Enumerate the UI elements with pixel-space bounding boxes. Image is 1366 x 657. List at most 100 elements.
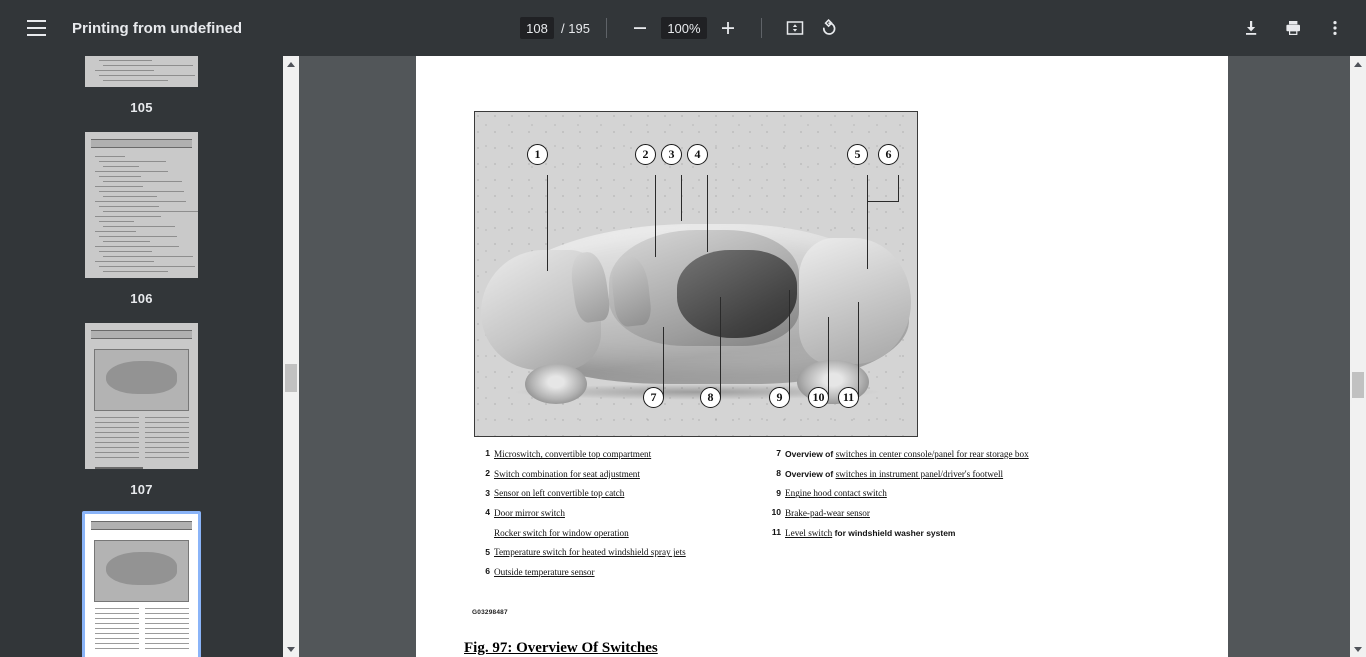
zoom-out-button[interactable] xyxy=(623,11,657,45)
thumb-text-line xyxy=(103,181,182,182)
thumbnail-page-108[interactable] xyxy=(82,511,201,657)
thumb-text-line xyxy=(99,176,141,177)
thumb-text-line xyxy=(95,628,139,629)
sidebar-scroll-up-button[interactable] xyxy=(283,56,299,72)
thumbnail-page-label: 106 xyxy=(130,291,153,306)
thumb-text-line xyxy=(145,633,189,634)
legend-link[interactable]: Temperature switch for heated windshield… xyxy=(494,547,686,557)
car-interior xyxy=(677,250,797,338)
more-vertical-icon xyxy=(1333,21,1337,35)
viewer-scroll-down-button[interactable] xyxy=(1350,641,1366,657)
legend-number: 3 xyxy=(485,487,490,498)
thumb-text-line xyxy=(103,166,139,167)
thumb-text-line xyxy=(99,236,177,237)
thumb-text-line xyxy=(95,638,139,639)
viewer-scroll-up-button[interactable] xyxy=(1350,56,1366,72)
thumbnail-item[interactable]: 106 xyxy=(0,129,283,320)
legend-link[interactable]: Microswitch, convertible top compartment xyxy=(494,449,651,459)
thumbnail-page-107[interactable] xyxy=(82,320,201,472)
sidebar-scroll-down-button[interactable] xyxy=(283,641,299,657)
plus-icon xyxy=(721,22,734,34)
legend-row: 7 Overview of switches in center console/… xyxy=(765,448,1034,461)
legend-link[interactable]: switches in center console/panel for rea… xyxy=(836,449,1029,459)
zoom-in-button[interactable] xyxy=(711,11,745,45)
download-button[interactable] xyxy=(1234,11,1268,45)
leader-line xyxy=(720,297,721,397)
thumb-header-band xyxy=(91,521,192,530)
thumb-text-line xyxy=(103,211,198,212)
figure-callout-4: 4 xyxy=(687,144,708,165)
thumb-text-line xyxy=(145,417,189,418)
thumb-header-band xyxy=(91,330,192,339)
legend-link[interactable]: Outside temperature sensor xyxy=(494,567,595,577)
thumbnail-page-105[interactable] xyxy=(82,56,201,90)
legend-bold-text: for windshield washer system xyxy=(832,527,956,538)
pdf-viewer-area[interactable]: 1 2 3 4 5 6 7 8 9 10 11 1 Microswitch, convertible … xyxy=(299,56,1350,657)
legend-row: 8 Overview of switches in instrument pane… xyxy=(765,468,1034,481)
legend-number: 4 xyxy=(485,507,490,518)
thumbnail-sidebar[interactable]: 105106107108109 xyxy=(0,56,283,657)
legend-row: 2 Switch combination for seat adjustment xyxy=(474,468,743,481)
legend-description: Outside temperature sensor xyxy=(494,566,743,579)
thumb-text-line xyxy=(95,442,139,443)
legend-link[interactable]: Brake-pad-wear sensor xyxy=(785,508,870,518)
viewer-scrollbar[interactable] xyxy=(1350,56,1366,657)
leader-line xyxy=(867,201,899,202)
car-illustration xyxy=(481,212,913,404)
thumb-text-line xyxy=(145,447,189,448)
legend-description: Level switch for windshield washer syste… xyxy=(785,527,1034,540)
figure-caption[interactable]: Fig. 97: Overview Of Switches xyxy=(464,640,658,657)
zoom-level-input[interactable] xyxy=(660,17,707,39)
figure-callout-11: 11 xyxy=(838,387,859,408)
legend-link[interactable]: switches in instrument panel/driver's fo… xyxy=(836,469,1004,479)
thumbnail-preview xyxy=(85,132,198,278)
thumb-text-line xyxy=(95,246,179,247)
thumb-text-line xyxy=(99,60,152,61)
thumb-text-line xyxy=(95,648,139,649)
pdf-page-108: 1 2 3 4 5 6 7 8 9 10 11 1 Microswitch, convertible … xyxy=(416,56,1228,657)
thumbnail-item[interactable]: 107 xyxy=(0,320,283,511)
fit-page-button[interactable] xyxy=(778,11,812,45)
thumb-text-line xyxy=(145,457,189,458)
rotate-button[interactable] xyxy=(812,11,846,45)
legend-link[interactable]: Engine hood contact switch xyxy=(785,488,887,498)
legend-description: Rocker switch for window operation xyxy=(494,527,743,540)
sidebar-scrollbar-thumb[interactable] xyxy=(285,364,297,392)
thumbnail-preview xyxy=(85,56,198,87)
print-button[interactable] xyxy=(1276,11,1310,45)
thumbnail-page-106[interactable] xyxy=(82,129,201,281)
legend-link[interactable]: Door mirror switch xyxy=(494,508,565,518)
thumb-text-line xyxy=(99,221,134,222)
thumb-text-line xyxy=(95,432,139,433)
leader-line xyxy=(867,201,868,269)
page-number-input[interactable] xyxy=(520,17,555,39)
thumb-text-line xyxy=(99,161,166,162)
legend-row: 6 Outside temperature sensor xyxy=(474,566,743,579)
legend-row: 3 Sensor on left convertible top catch xyxy=(474,487,743,500)
thumb-text-line xyxy=(95,216,161,217)
thumb-text-line xyxy=(95,186,143,187)
legend-link[interactable]: Sensor on left convertible top catch xyxy=(494,488,624,498)
thumbnail-item[interactable]: 105 xyxy=(0,56,283,129)
legend-row: 5 Temperature switch for heated windshiel… xyxy=(474,546,743,559)
figure-callout-7: 7 xyxy=(643,387,664,408)
viewer-scrollbar-thumb[interactable] xyxy=(1352,372,1364,398)
thumbnail-item[interactable]: 108 xyxy=(0,511,283,657)
leader-line xyxy=(681,175,682,221)
toolbar-divider xyxy=(605,18,607,38)
legend-link[interactable]: Switch combination for seat adjustment xyxy=(494,469,640,479)
thumb-text-line xyxy=(95,643,139,644)
legend-link[interactable]: Level switch xyxy=(785,528,832,538)
legend-row: 10 Brake-pad-wear sensor xyxy=(765,507,1034,520)
thumb-header-band xyxy=(91,139,192,148)
legend-number: 9 xyxy=(776,487,781,498)
leader-line xyxy=(663,327,664,397)
chevron-down-icon xyxy=(1354,646,1362,652)
figure-image: 1 2 3 4 5 6 7 8 9 10 11 xyxy=(474,111,918,437)
thumb-text-line xyxy=(95,70,154,71)
legend-number: 6 xyxy=(485,566,490,577)
legend-link[interactable]: Rocker switch for window operation xyxy=(494,528,629,538)
sidebar-scrollbar[interactable] xyxy=(283,56,299,657)
more-options-button[interactable] xyxy=(1318,11,1352,45)
hamburger-menu-icon[interactable] xyxy=(18,10,54,46)
